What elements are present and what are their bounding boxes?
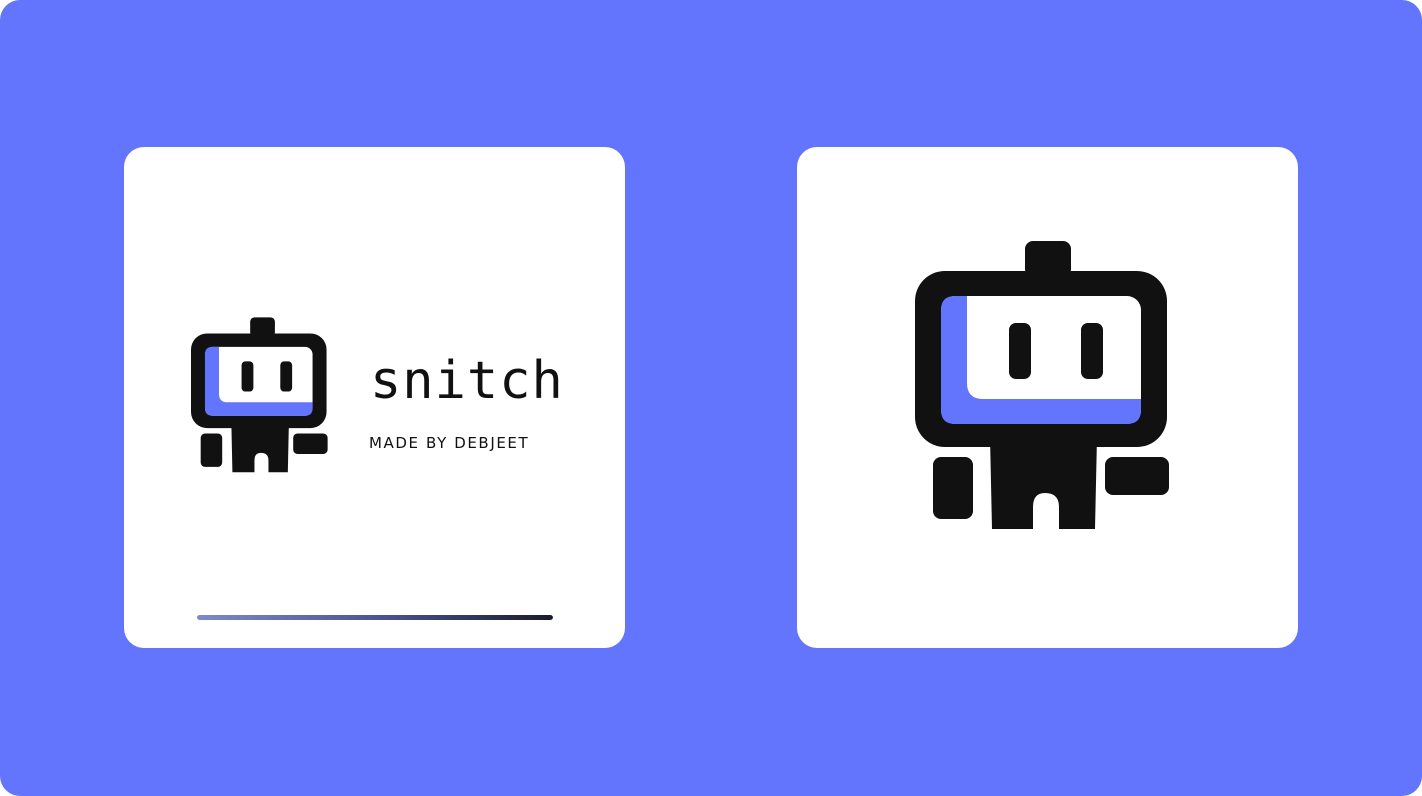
splash-card: snitch MADE BY DEBJEET xyxy=(124,147,625,648)
tagline: MADE BY DEBJEET xyxy=(369,434,530,452)
loading-progress-fill xyxy=(197,615,553,620)
robot-mascot-icon xyxy=(915,241,1169,529)
app-wordmark: snitch xyxy=(370,351,564,411)
app-icon-card xyxy=(797,147,1298,648)
loading-progress-bar xyxy=(197,615,553,620)
robot-mascot-icon xyxy=(191,317,328,473)
background-canvas: snitch MADE BY DEBJEET xyxy=(0,0,1422,796)
